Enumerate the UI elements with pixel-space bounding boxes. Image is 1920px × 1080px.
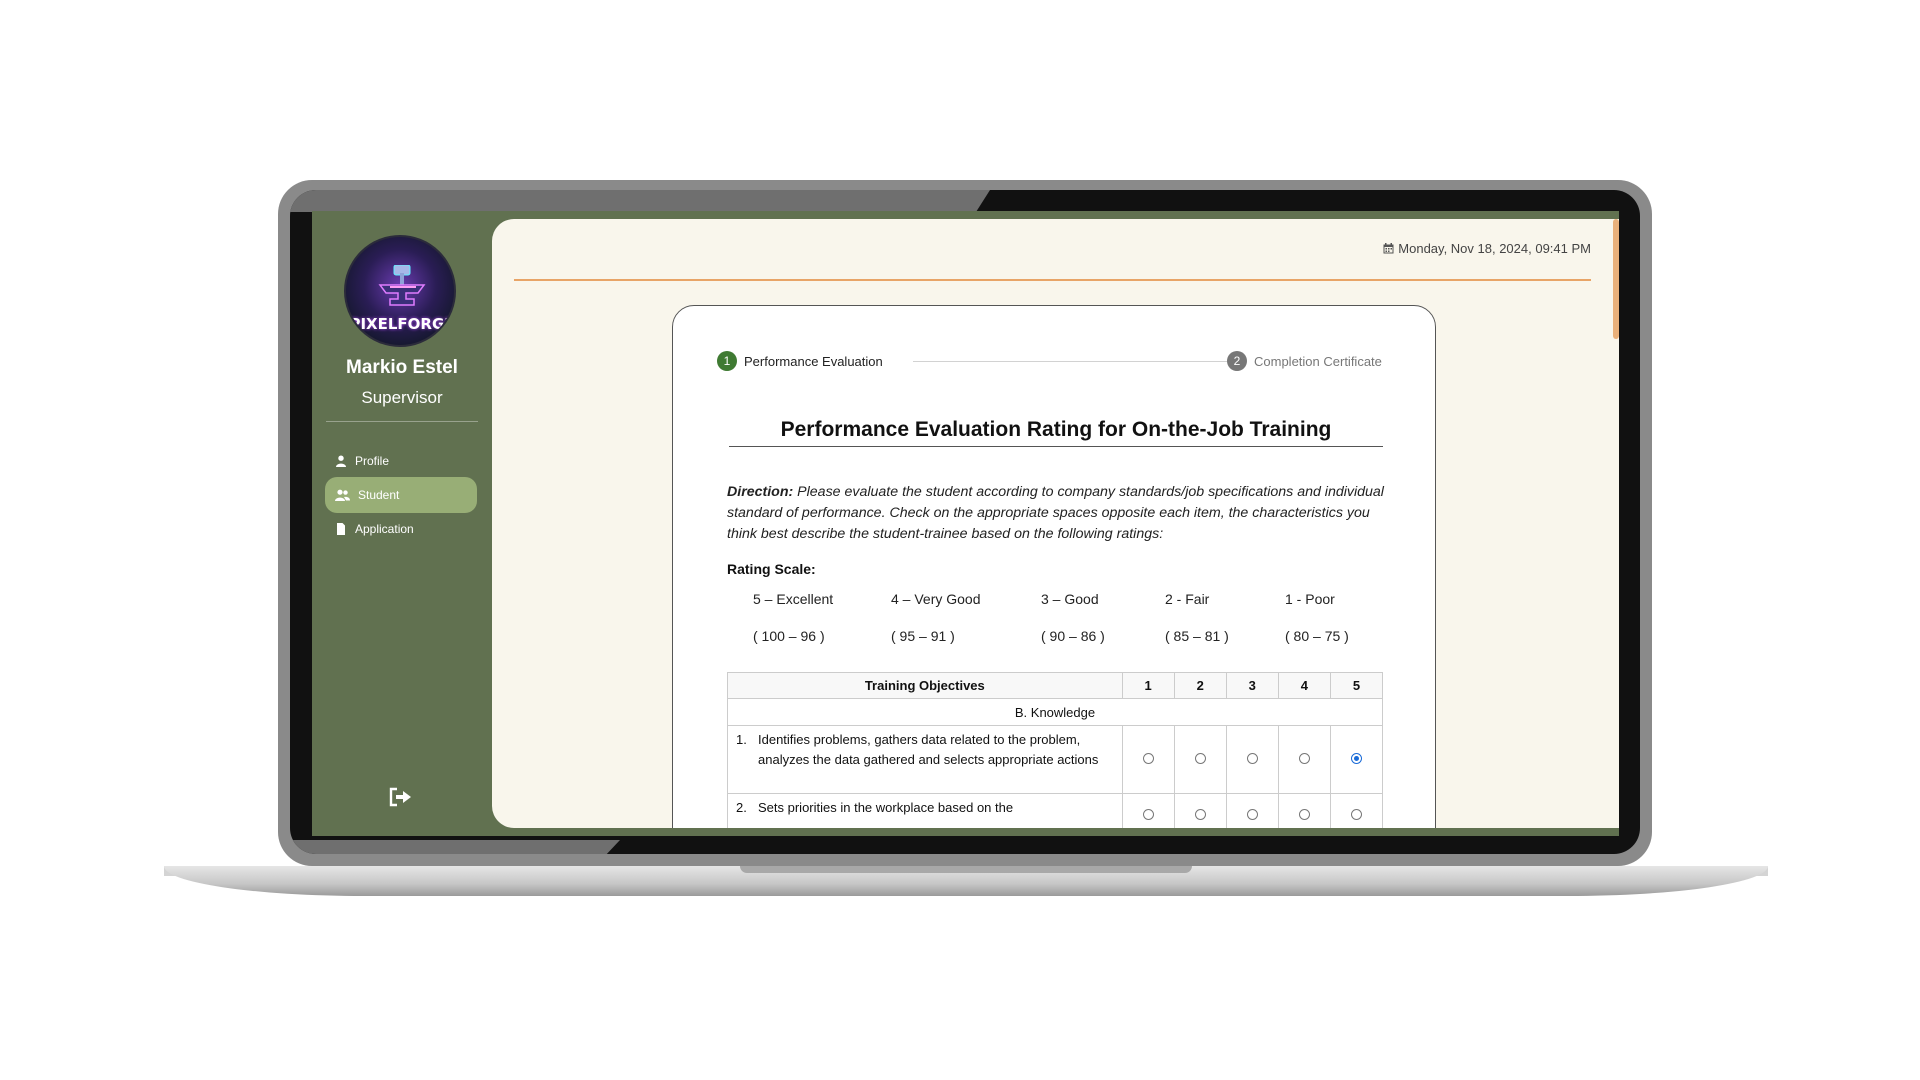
step-performance-evaluation[interactable]: 1 Performance Evaluation [717,351,883,371]
rating-range-3: ( 90 – 86 ) [1041,628,1105,644]
step-label: Completion Certificate [1254,353,1382,369]
rating-radio-4[interactable] [1298,753,1310,764]
sign-out-icon[interactable] [388,787,414,807]
objective-number: 2. [736,800,747,815]
anvil-logo-icon [378,265,426,306]
table-row: 2. Sets priorities in the workplace base… [727,793,1384,828]
objective-cell: 1. Identifies problems, gathers data rel… [727,725,1123,794]
avatar: PIXELFORGE [344,235,456,347]
rating-cell-5 [1329,793,1384,828]
rating-radio-1[interactable] [1142,753,1154,764]
users-icon [335,489,350,501]
column-header: 5 [1329,672,1384,699]
sidebar-item-label: Application [355,522,414,536]
datetime-text: Monday, Nov 18, 2024, 09:41 PM [1398,241,1591,256]
file-icon [337,523,345,535]
rating-radio-2[interactable] [1194,753,1206,764]
rating-cell-2 [1173,793,1227,828]
step-number: 1 [717,351,737,371]
rating-scale-4: 4 – Very Good [891,591,981,607]
sidebar-item-label: Profile [355,454,390,468]
step-number: 2 [1227,351,1247,371]
table-row: 1. Identifies problems, gathers data rel… [727,725,1384,794]
step-label: Performance Evaluation [744,353,883,369]
calendar-icon [1383,243,1394,254]
rating-cell-3 [1225,793,1279,828]
direction-text: Direction: Please evaluate the student a… [727,482,1385,545]
bezel-reflection [290,190,990,212]
rating-cell-4 [1277,725,1331,794]
rating-cell-2 [1173,725,1227,794]
sidebar-item-application[interactable]: Application [325,511,477,547]
sidebar-item-student[interactable]: Student [325,477,477,513]
bezel-reflection-bottom [290,840,620,854]
rating-range-4: ( 95 – 91 ) [891,628,955,644]
column-header: Training Objectives [727,672,1123,699]
table-header-row: Training Objectives 1 2 3 4 5 [727,672,1384,699]
rating-range-5: ( 100 – 96 ) [753,628,825,644]
rating-radio-1[interactable] [1142,809,1154,820]
rating-radio-3[interactable] [1246,753,1258,764]
sidebar-divider [326,421,478,422]
objective-text: Sets priorities in the workplace based o… [758,800,1014,815]
section-title: B. Knowledge [727,698,1383,726]
logo-text: PIXELFORGE [349,315,455,333]
section-row: B. Knowledge [727,698,1383,726]
rating-cell-1 [1121,793,1175,828]
laptop-notch [740,866,1192,873]
rating-scale-1: 1 - Poor [1285,591,1335,607]
column-header: 1 [1121,672,1175,699]
objective-text: Identifies problems, gathers data relate… [758,732,1099,767]
direction-body: Please evaluate the student according to… [727,484,1384,542]
rating-range-2: ( 85 – 81 ) [1165,628,1229,644]
objective-cell: 2. Sets priorities in the workplace base… [727,793,1123,828]
screen: PIXELFORGE Markio Estel Supervisor Profi… [312,211,1619,836]
step-connector [913,361,1231,362]
user-icon [336,455,346,467]
column-header: 2 [1173,672,1227,699]
rating-radio-2[interactable] [1194,809,1206,820]
sidebar-item-profile[interactable]: Profile [325,443,477,479]
rating-radio-5[interactable] [1350,753,1362,764]
direction-label: Direction: [727,484,794,500]
rating-cell-5 [1329,725,1384,794]
form-title: Performance Evaluation Rating for On-the… [780,418,1332,441]
rating-radio-5[interactable] [1350,809,1362,820]
user-role: Supervisor [361,388,443,407]
rating-cell-1 [1121,725,1175,794]
objective-number: 1. [736,732,747,747]
rating-radio-4[interactable] [1298,809,1310,820]
rating-cell-3 [1225,725,1279,794]
training-objectives-table: Training Objectives 1 2 3 4 5 B. Knowled… [727,672,1384,828]
column-header: 3 [1225,672,1279,699]
sidebar-item-label: Student [358,488,400,502]
evaluation-card: 1 Performance Evaluation 2 Completion Ce… [672,305,1436,828]
rating-scale-3: 3 – Good [1041,591,1099,607]
step-completion-certificate[interactable]: 2 Completion Certificate [1227,351,1382,371]
main-panel: Monday, Nov 18, 2024, 09:41 PM 1 Perform… [492,219,1619,828]
rating-scale-label: Rating Scale: [727,561,816,577]
column-header: 4 [1277,672,1331,699]
rating-range-1: ( 80 – 75 ) [1285,628,1349,644]
rating-radio-3[interactable] [1246,809,1258,820]
title-underline [729,446,1383,447]
header-divider [514,279,1591,281]
sidebar: PIXELFORGE Markio Estel Supervisor Profi… [312,211,492,836]
datetime: Monday, Nov 18, 2024, 09:41 PM [1383,241,1591,256]
scrollbar-thumb[interactable] [1613,219,1619,339]
user-name: Markio Estel [346,357,458,378]
rating-scale-5: 5 – Excellent [753,591,834,607]
rating-scale-2: 2 - Fair [1165,591,1210,607]
rating-cell-4 [1277,793,1331,828]
